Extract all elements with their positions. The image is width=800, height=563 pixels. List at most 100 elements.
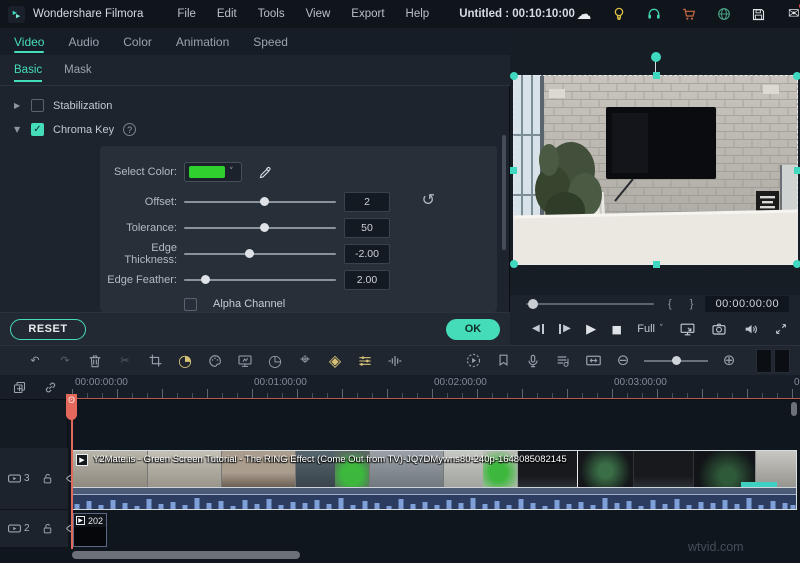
manage-tracks-icon[interactable] xyxy=(12,380,27,395)
preview-seek-slider[interactable] xyxy=(526,297,654,311)
stop-button[interactable]: ■ xyxy=(611,324,621,335)
edge-thickness-value[interactable]: -2.00 xyxy=(344,244,390,264)
menu-file[interactable]: File xyxy=(177,8,196,20)
lock-track-icon[interactable] xyxy=(41,522,54,535)
tolerance-slider[interactable] xyxy=(184,218,336,238)
stabilization-checkbox[interactable] xyxy=(31,99,44,112)
offset-slider[interactable] xyxy=(184,192,336,212)
cloud-icon[interactable]: ☁ xyxy=(575,5,593,23)
ok-button[interactable]: OK xyxy=(446,318,500,340)
keyframe-icon[interactable]: ◈ xyxy=(320,352,350,369)
render-preview-icon[interactable] xyxy=(458,352,488,369)
fullscreen-icon[interactable] xyxy=(774,322,788,336)
crop-icon[interactable] xyxy=(140,353,170,368)
handle-bottom-left[interactable] xyxy=(510,260,518,268)
mirror-display-icon[interactable] xyxy=(679,321,696,338)
preview-stage[interactable] xyxy=(510,28,800,295)
handle-top-left[interactable] xyxy=(510,72,518,80)
mail-icon[interactable]: ✉ xyxy=(785,3,800,23)
lightbulb-icon[interactable] xyxy=(610,5,628,23)
handle-top-right[interactable] xyxy=(793,72,800,80)
clip-play-badge: ▶ xyxy=(76,454,88,466)
alpha-channel-checkbox[interactable] xyxy=(184,297,197,311)
menu-tools[interactable]: Tools xyxy=(258,8,285,20)
next-frame-button[interactable]: ▶ xyxy=(559,324,571,334)
audio-sync-icon[interactable] xyxy=(380,353,410,369)
collapse-arrow-icon[interactable]: ▶ xyxy=(14,101,22,110)
stabilization-row[interactable]: ▶ Stabilization xyxy=(0,94,510,117)
timeline-horizontal-scrollbar[interactable] xyxy=(72,551,300,559)
color-swatch[interactable] xyxy=(189,166,225,178)
zoom-to-fit-icon[interactable] xyxy=(578,352,608,369)
zoom-in-icon[interactable]: ⊕ xyxy=(714,353,744,368)
snapshot-camera-icon[interactable] xyxy=(711,321,727,337)
reset-offset-icon[interactable]: ↺ xyxy=(422,192,435,208)
previous-frame-button[interactable]: ◀ xyxy=(532,324,544,334)
tab-animation[interactable]: Animation xyxy=(176,28,229,55)
handle-bottom-center[interactable] xyxy=(653,261,660,268)
adjustment-icon[interactable] xyxy=(350,353,380,369)
motion-tracking-icon[interactable]: ⌖ xyxy=(290,352,320,369)
edge-feather-slider[interactable] xyxy=(184,270,336,290)
edge-thickness-slider[interactable] xyxy=(184,244,336,264)
color-picker-dropdown[interactable]: ˅ xyxy=(184,162,242,182)
quality-select[interactable]: Full ˅ xyxy=(637,323,663,335)
subtab-basic[interactable]: Basic xyxy=(14,55,43,86)
record-voiceover-icon[interactable] xyxy=(518,353,548,369)
speed-icon[interactable]: ◔ xyxy=(170,352,200,369)
offset-value[interactable]: 2 xyxy=(344,192,390,212)
reset-button[interactable]: RESET xyxy=(10,318,86,340)
subtab-mask[interactable]: Mask xyxy=(64,55,91,86)
zoom-out-icon[interactable]: ⊖ xyxy=(608,353,638,368)
panel-scrollbar[interactable] xyxy=(502,135,506,250)
playhead-handle[interactable]: ʘ xyxy=(66,394,77,420)
handle-mid-left[interactable] xyxy=(510,167,517,174)
chroma-key-checkbox[interactable]: ✓ xyxy=(31,123,44,136)
handle-mid-right[interactable] xyxy=(794,167,800,174)
selection-box[interactable] xyxy=(510,52,800,268)
audio-mixer-icon[interactable] xyxy=(548,353,578,369)
tab-video[interactable]: Video xyxy=(14,28,45,55)
handle-top-center[interactable] xyxy=(653,72,660,79)
lock-track-icon[interactable] xyxy=(41,472,54,485)
timeline-zoom-slider[interactable] xyxy=(644,354,708,368)
overlay-clip[interactable]: ▶ 202 xyxy=(73,513,107,547)
delete-icon[interactable] xyxy=(80,353,110,369)
tolerance-value[interactable]: 50 xyxy=(344,218,390,238)
help-icon[interactable]: ? xyxy=(123,123,137,136)
handle-bottom-right[interactable] xyxy=(793,260,800,268)
tab-speed[interactable]: Speed xyxy=(253,28,288,55)
video-clip[interactable]: ▶ Y2Mate.is - Green Screen Tutorial - Th… xyxy=(72,450,797,510)
tab-color[interactable]: Color xyxy=(123,28,152,55)
volume-icon[interactable] xyxy=(743,321,759,337)
menu-export[interactable]: Export xyxy=(351,8,384,20)
redo-icon[interactable]: ↷ xyxy=(50,355,80,366)
track-view-toggle[interactable] xyxy=(756,348,790,373)
tab-audio[interactable]: Audio xyxy=(68,28,99,55)
timeline-vertical-scrollbar[interactable] xyxy=(791,402,797,416)
headset-support-icon[interactable] xyxy=(645,5,663,23)
screen-play-icon[interactable] xyxy=(230,353,260,369)
eyedropper-icon[interactable] xyxy=(258,165,273,180)
undo-icon[interactable]: ↶ xyxy=(20,355,50,366)
cart-icon[interactable] xyxy=(680,5,698,23)
menu-view[interactable]: View xyxy=(306,8,331,20)
chroma-key-row[interactable]: ▼ ✓ Chroma Key ? xyxy=(0,118,510,141)
preview-frame[interactable] xyxy=(510,52,800,268)
save-icon[interactable] xyxy=(750,5,768,23)
mark-out-icon[interactable]: } xyxy=(690,298,694,310)
menu-edit[interactable]: Edit xyxy=(217,8,237,20)
mark-in-icon[interactable]: { xyxy=(668,298,672,310)
play-button[interactable]: ▶ xyxy=(586,323,596,336)
link-clips-icon[interactable] xyxy=(43,380,58,395)
edge-feather-value[interactable]: 2.00 xyxy=(344,270,390,290)
menu-help[interactable]: Help xyxy=(406,8,430,20)
expand-arrow-icon[interactable]: ▼ xyxy=(14,125,22,134)
marker-icon[interactable] xyxy=(488,353,518,368)
cut-icon[interactable]: ✂ xyxy=(110,355,140,366)
color-palette-icon[interactable] xyxy=(200,353,230,369)
globe-icon[interactable] xyxy=(715,5,733,23)
rotate-handle[interactable] xyxy=(650,52,661,62)
timeline-ruler[interactable]: 00:00:00:00 00:01:00:00 00:02:00:00 00:0… xyxy=(72,375,800,400)
duration-icon[interactable]: ◷ xyxy=(260,352,290,369)
